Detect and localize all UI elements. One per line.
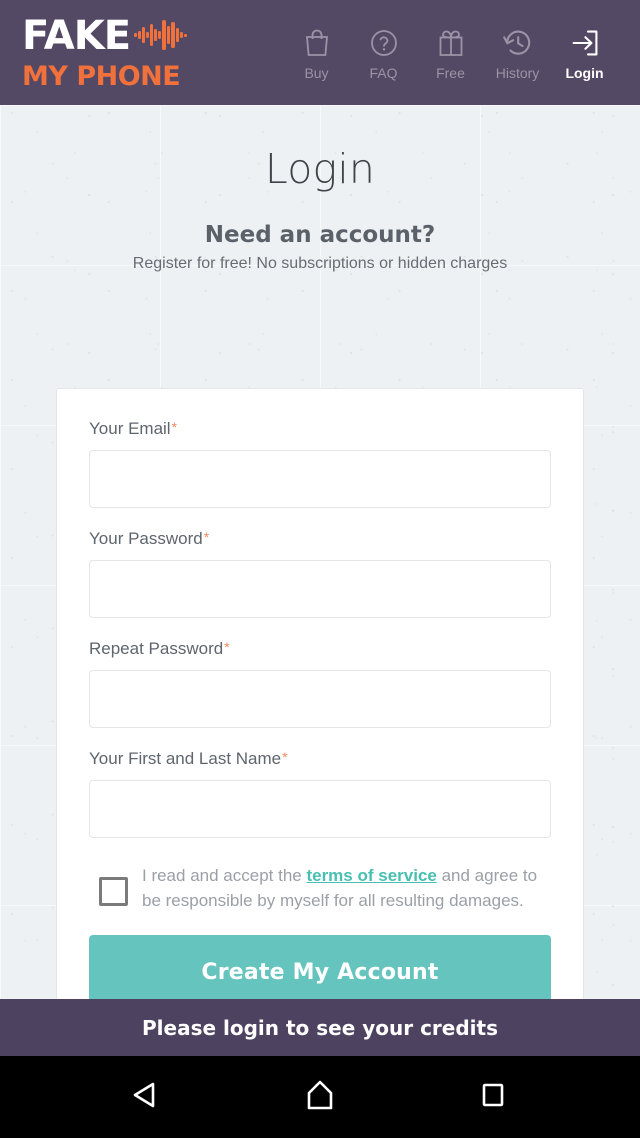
- field-full-name: Your First and Last Name*: [89, 749, 551, 838]
- logo-text-myphone: MY PHONE: [22, 60, 181, 92]
- nav-label-buy: Buy: [304, 65, 329, 81]
- required-marker: *: [282, 749, 288, 765]
- required-marker: *: [224, 639, 230, 655]
- gift-icon: [437, 28, 465, 58]
- full-name-input[interactable]: [89, 780, 551, 838]
- field-email: Your Email*: [89, 419, 551, 508]
- credits-status-bar: Please login to see your credits: [0, 999, 640, 1056]
- nav-label-login: Login: [565, 65, 604, 81]
- label-password-text: Your Password: [89, 529, 203, 548]
- logo-text-fake: FAKE: [22, 12, 131, 59]
- android-back-button[interactable]: [112, 1062, 182, 1132]
- label-full-name: Your First and Last Name*: [89, 749, 551, 769]
- password-input[interactable]: [89, 560, 551, 618]
- app-header: FAKE MY PHONE Buy FAQ Free History Login: [0, 0, 640, 105]
- repeat-password-input[interactable]: [89, 670, 551, 728]
- main-content: Login Need an account? Register for free…: [0, 105, 640, 999]
- nav-item-free[interactable]: Free: [417, 28, 484, 81]
- home-icon: [302, 1077, 338, 1118]
- login-arrow-icon: [571, 28, 599, 58]
- terms-text-before: I read and accept the: [142, 866, 307, 885]
- terms-text: I read and accept the terms of service a…: [142, 859, 551, 913]
- nav-label-free: Free: [436, 65, 465, 81]
- page-title: Login: [264, 145, 376, 193]
- required-marker: *: [203, 529, 210, 545]
- shopping-bag-icon: [304, 28, 330, 58]
- back-triangle-icon: [129, 1077, 165, 1118]
- sub-heading: Need an account?: [204, 222, 436, 248]
- nav-label-history: History: [495, 65, 540, 81]
- sub-text: Register for free! No subscriptions or h…: [132, 255, 508, 272]
- question-circle-icon: [370, 28, 398, 58]
- recents-square-icon: [475, 1077, 511, 1118]
- field-password: Your Password*: [89, 529, 551, 618]
- registration-card: Your Email* Your Password* Repeat Passwo…: [56, 388, 584, 999]
- brand-logo[interactable]: FAKE MY PHONE: [22, 16, 188, 90]
- label-repeat-password: Repeat Password*: [89, 639, 551, 659]
- create-account-button[interactable]: Create My Account: [89, 935, 551, 999]
- label-email: Your Email*: [89, 419, 551, 439]
- nav-item-history[interactable]: History: [484, 28, 551, 81]
- logo-top-row: FAKE: [22, 16, 188, 56]
- label-email-text: Your Email: [89, 419, 171, 438]
- nav-item-buy[interactable]: Buy: [283, 28, 350, 81]
- terms-checkbox[interactable]: [99, 877, 128, 906]
- nav-item-faq[interactable]: FAQ: [350, 28, 417, 81]
- history-clock-icon: [503, 28, 532, 58]
- label-repeat-password-text: Repeat Password: [89, 639, 224, 658]
- android-navigation-bar: [0, 1056, 640, 1138]
- credits-message: Please login to see your credits: [142, 1015, 498, 1040]
- terms-row: I read and accept the terms of service a…: [89, 859, 551, 913]
- nav-label-faq: FAQ: [369, 65, 398, 81]
- label-full-name-text: Your First and Last Name: [89, 749, 282, 768]
- email-input[interactable]: [89, 450, 551, 508]
- app-screen: FAKE MY PHONE Buy FAQ Free History Login…: [0, 0, 640, 1138]
- label-password: Your Password*: [89, 529, 551, 549]
- audio-waveform-icon: [134, 18, 188, 56]
- field-repeat-password: Repeat Password*: [89, 639, 551, 728]
- terms-of-service-link[interactable]: terms of service: [306, 866, 436, 885]
- required-marker: *: [171, 419, 178, 435]
- android-recents-button[interactable]: [458, 1062, 528, 1132]
- nav-item-login[interactable]: Login: [551, 28, 618, 81]
- main-nav: Buy FAQ Free History Login: [283, 24, 618, 81]
- android-home-button[interactable]: [285, 1062, 355, 1132]
